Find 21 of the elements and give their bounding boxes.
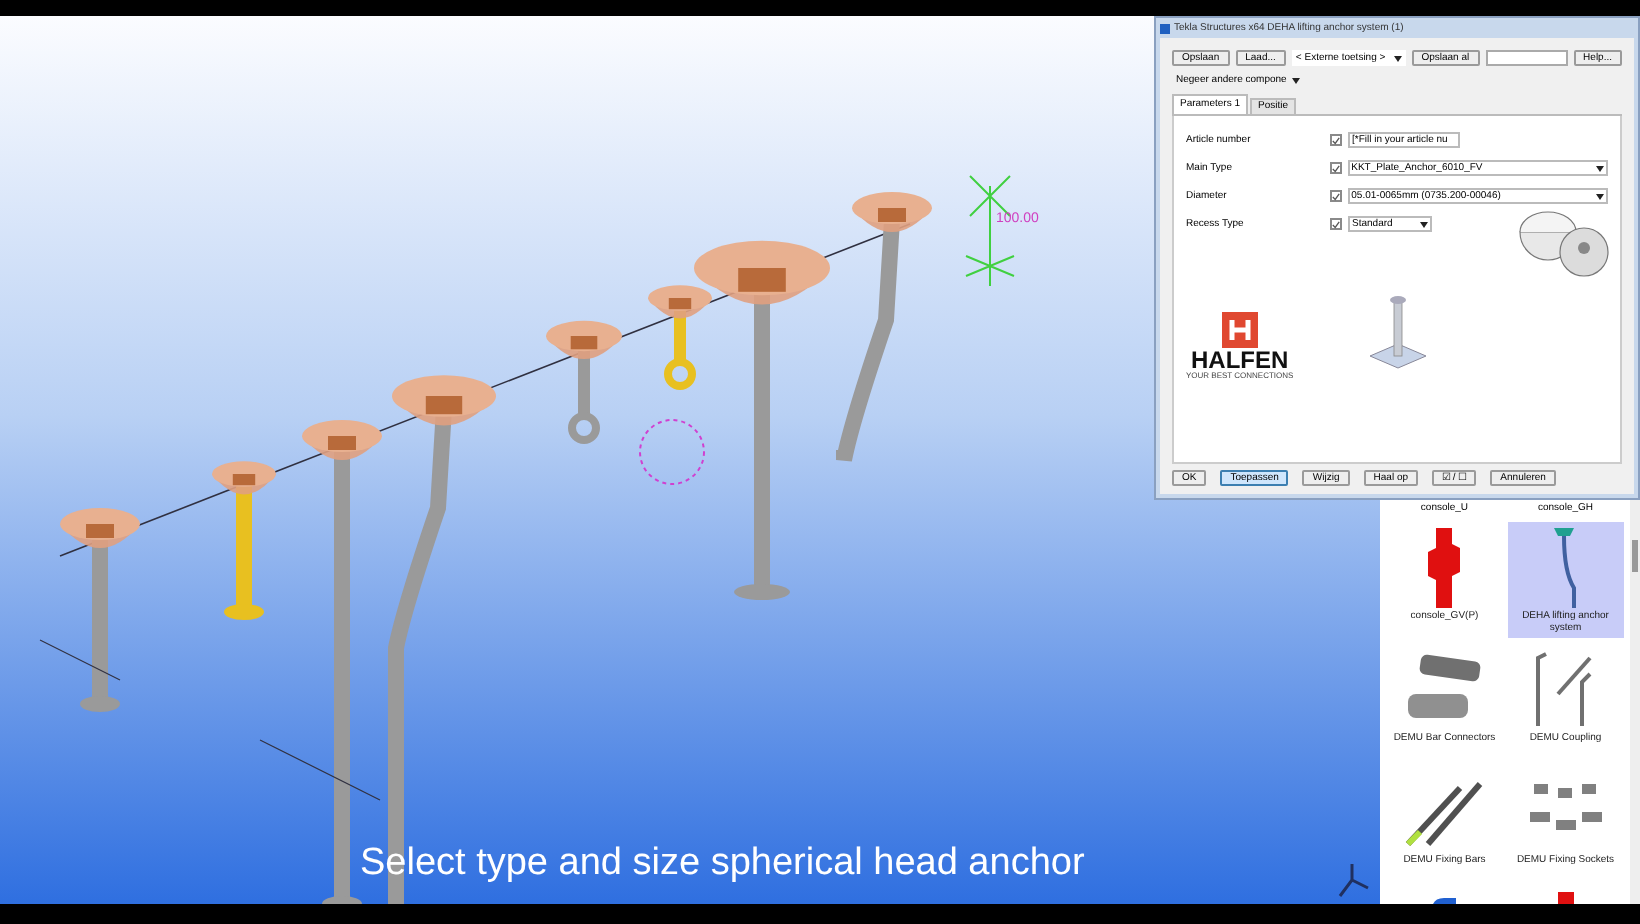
anchor-preview-drawing <box>1366 292 1430 372</box>
checkbox[interactable] <box>1330 134 1342 146</box>
logo-icon <box>1221 312 1258 348</box>
save-as-field[interactable] <box>1485 50 1568 66</box>
console-thumbnail-icon <box>1424 528 1465 608</box>
logo-name: HALFEN <box>1191 348 1289 372</box>
grid-line <box>259 739 381 801</box>
caret-icon <box>1596 165 1604 171</box>
caret-icon <box>1420 221 1428 227</box>
scrollbar[interactable] <box>1630 500 1640 904</box>
caret-icon <box>1393 55 1402 61</box>
grid-line <box>39 639 121 681</box>
caret-icon <box>1292 77 1301 83</box>
bars-thumbnail-icon <box>1404 776 1485 848</box>
video-caption: Select type and size spherical head anchor <box>360 840 1085 888</box>
app-icon <box>1160 23 1170 33</box>
checkbox[interactable] <box>1329 190 1342 202</box>
checkbox[interactable] <box>1330 218 1342 230</box>
caret-icon <box>1596 193 1604 199</box>
checkbox[interactable] <box>1329 162 1342 174</box>
dashed-circle <box>639 419 705 485</box>
